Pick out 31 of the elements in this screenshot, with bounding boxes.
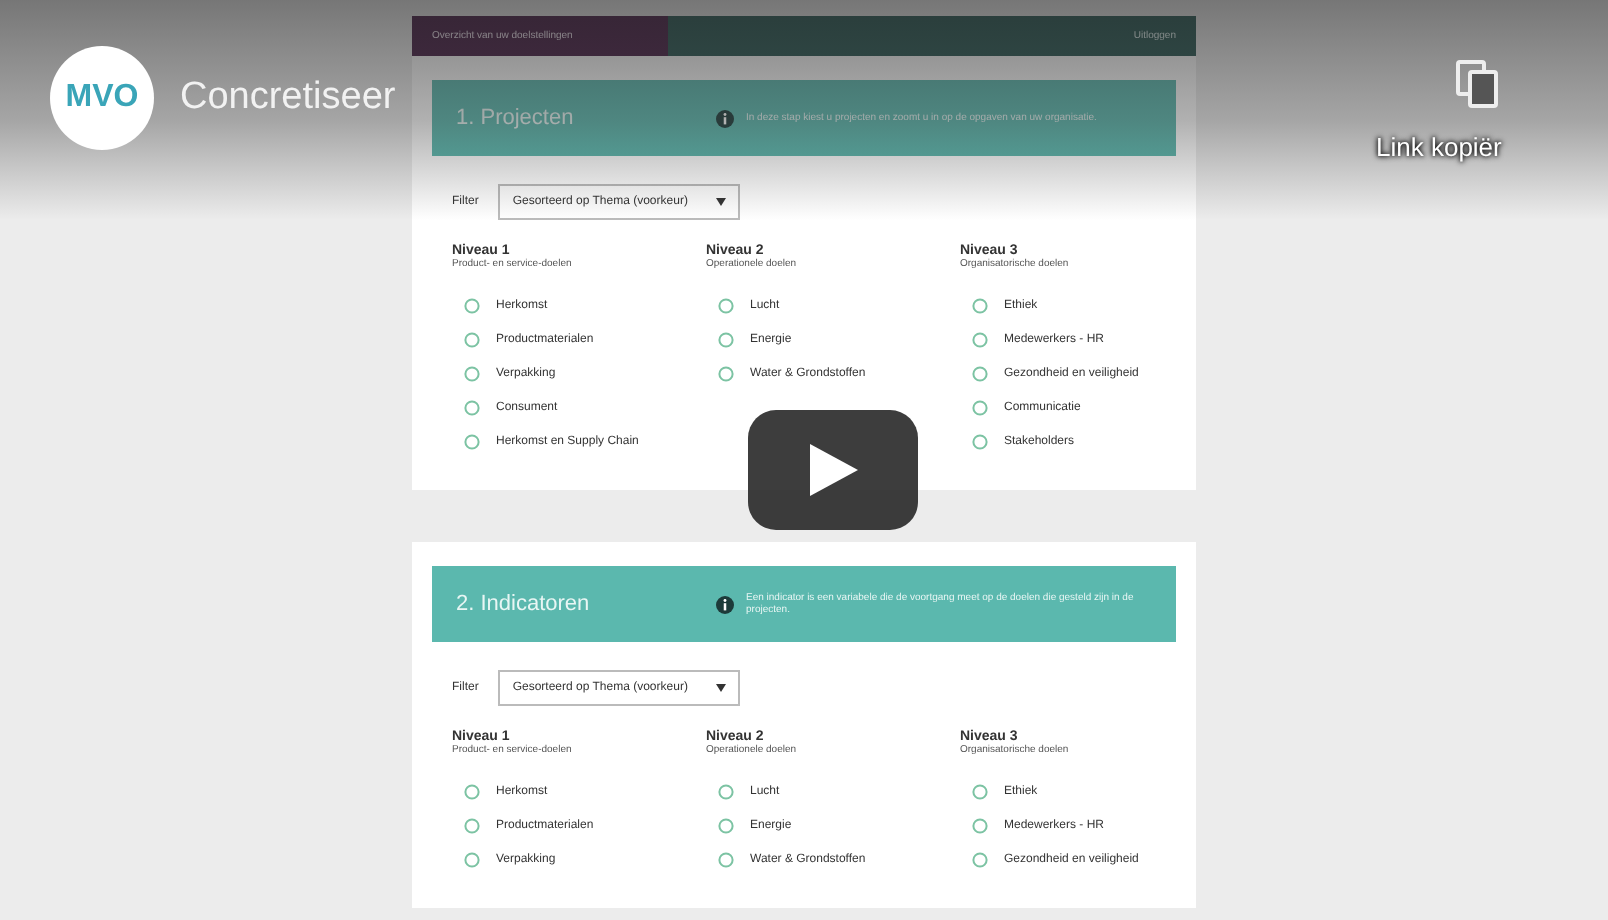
section-title: 2. Indicatoren xyxy=(456,592,592,616)
play-icon xyxy=(809,444,857,496)
circle-icon xyxy=(718,783,734,799)
circle-icon xyxy=(972,783,988,799)
circle-icon xyxy=(464,399,480,415)
circle-icon xyxy=(464,851,480,867)
circle-icon xyxy=(718,297,734,313)
circle-icon xyxy=(718,851,734,867)
circle-icon xyxy=(972,399,988,415)
copy-icon[interactable] xyxy=(1456,60,1500,108)
circle-icon xyxy=(972,297,988,313)
circle-icon xyxy=(718,817,734,833)
circle-icon xyxy=(718,331,734,347)
circle-icon xyxy=(972,331,988,347)
caret-icon xyxy=(715,198,726,206)
circle-icon xyxy=(464,433,480,449)
circle-icon xyxy=(464,817,480,833)
circle-icon xyxy=(718,365,734,381)
circle-icon xyxy=(464,365,480,381)
circle-icon xyxy=(972,433,988,449)
circle-icon xyxy=(972,817,988,833)
circle-icon xyxy=(464,297,480,313)
caret-icon xyxy=(715,684,726,692)
circle-icon xyxy=(972,365,988,381)
info-icon xyxy=(716,595,734,613)
play-button[interactable] xyxy=(748,410,918,530)
circle-icon xyxy=(464,783,480,799)
circle-icon xyxy=(464,331,480,347)
circle-icon xyxy=(972,851,988,867)
section-title: 1. Projecten xyxy=(456,106,576,130)
info-icon xyxy=(716,109,734,127)
